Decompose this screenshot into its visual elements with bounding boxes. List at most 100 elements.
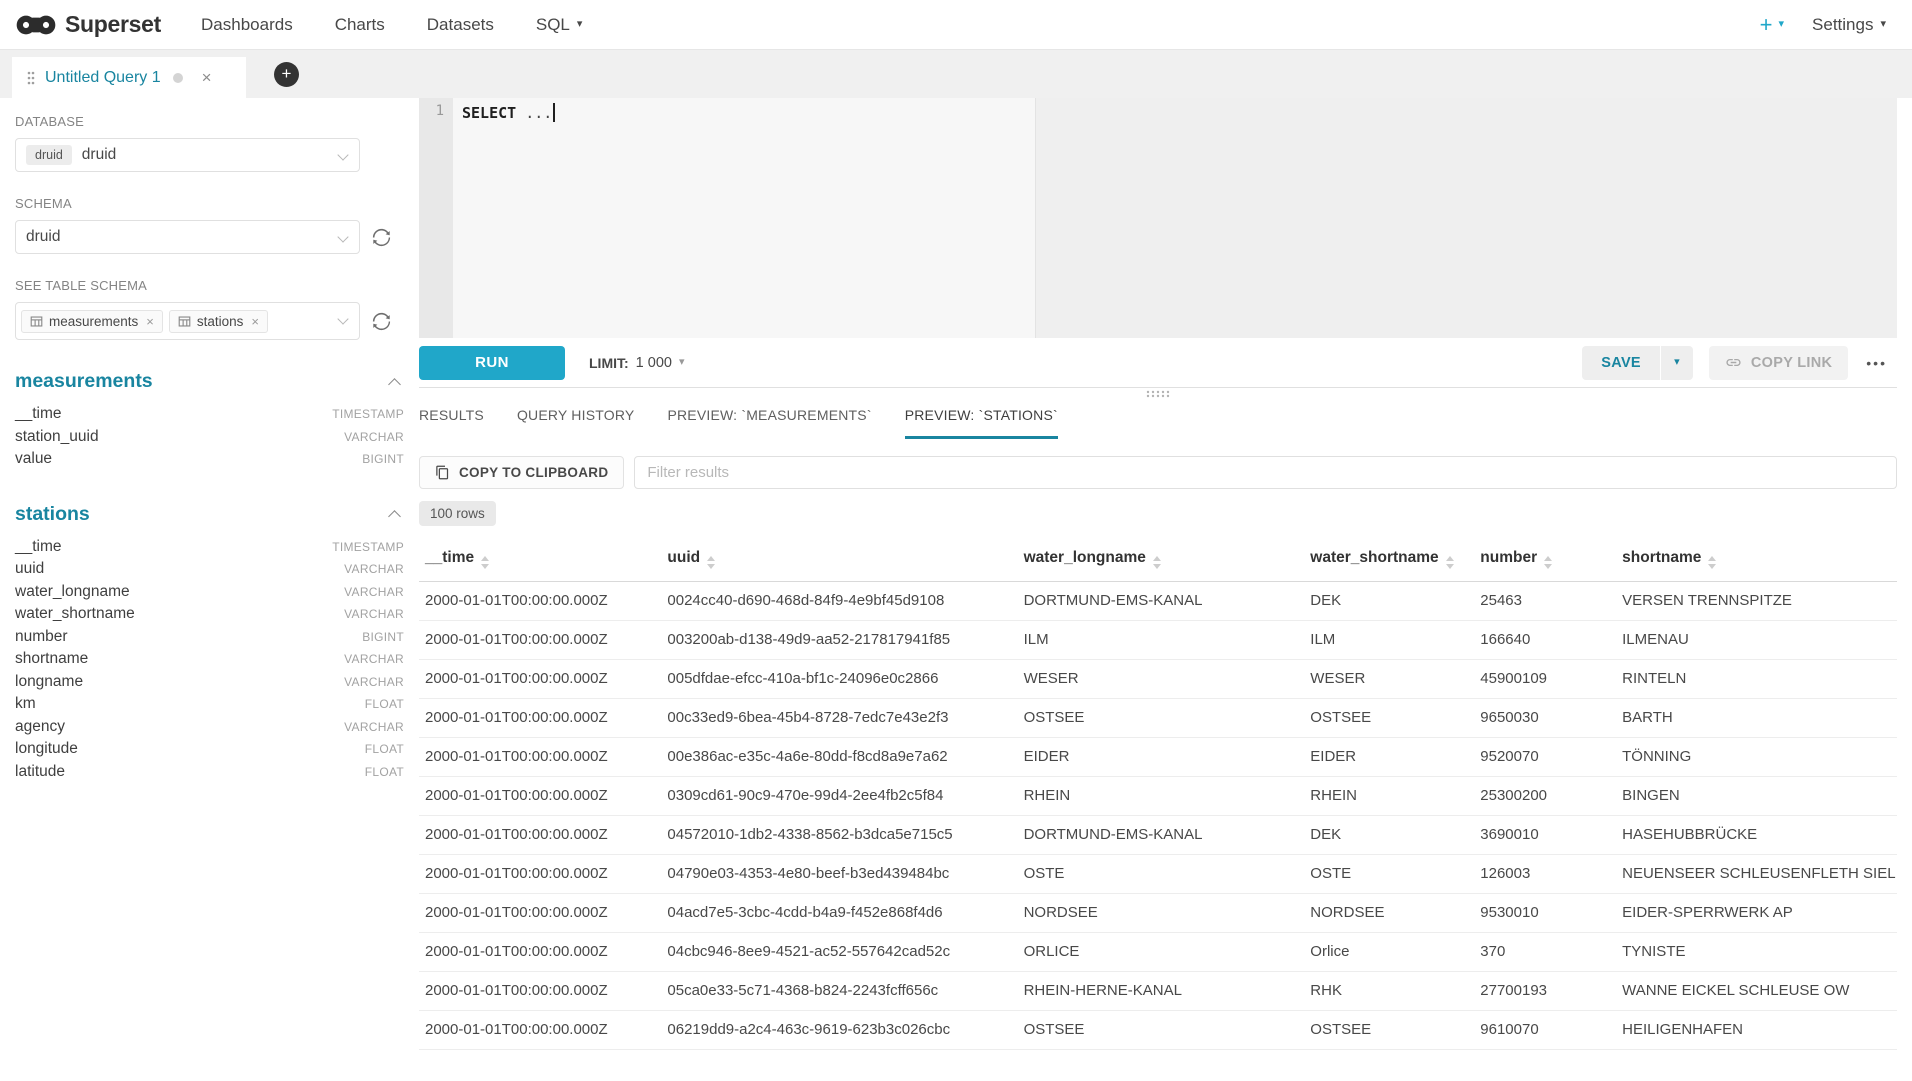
more-options-icon[interactable]: ••• xyxy=(1866,355,1887,371)
sqllab-sidebar: DATABASE druid druid SCHEMA druid SEE TA… xyxy=(0,98,419,1081)
column-row: longitude FLOAT xyxy=(15,740,404,763)
column-header-label: number xyxy=(1480,549,1537,566)
table-collapse-header[interactable]: measurements xyxy=(15,370,404,393)
results-tab[interactable]: PREVIEW: `STATIONS` xyxy=(905,407,1058,439)
cell-water-longname: ILM xyxy=(1018,620,1305,659)
column-row: shortname VARCHAR xyxy=(15,650,404,673)
query-tab[interactable]: Untitled Query 1 × xyxy=(12,57,246,98)
column-row: __time TIMESTAMP xyxy=(15,538,404,561)
table-icon xyxy=(178,315,191,328)
pane-resize-handle[interactable] xyxy=(419,387,1897,400)
nav-datasets[interactable]: Datasets xyxy=(427,15,494,35)
column-name: water_longname xyxy=(15,583,130,601)
table-collapse-header[interactable]: stations xyxy=(15,503,404,526)
copy-to-clipboard-button[interactable]: COPY TO CLIPBOARD xyxy=(419,456,624,489)
table-chip[interactable]: measurements × xyxy=(21,310,163,333)
cell-shortname: EIDER-SPERRWERK AP xyxy=(1616,893,1897,932)
column-row: value BIGINT xyxy=(15,450,404,473)
results-tab[interactable]: PREVIEW: `MEASUREMENTS` xyxy=(667,407,871,439)
column-type: VARCHAR xyxy=(344,652,404,666)
sql-keyword: SELECT xyxy=(462,104,516,122)
sort-icon[interactable] xyxy=(481,556,489,569)
column-header[interactable]: shortname xyxy=(1616,540,1897,581)
limit-dropdown[interactable]: LIMIT: 1 000 ▾ xyxy=(589,355,684,371)
cell-shortname: BINGEN xyxy=(1616,776,1897,815)
remove-table-icon[interactable]: × xyxy=(146,314,154,329)
cell-number: 166640 xyxy=(1474,620,1616,659)
editor-toolbar: RUN LIMIT: 1 000 ▾ SAVE ▾ COPY LINK ••• xyxy=(419,338,1897,387)
column-header[interactable]: water_longname xyxy=(1018,540,1305,581)
column-row: number BIGINT xyxy=(15,628,404,651)
nav-sql-menu[interactable]: SQL ▾ xyxy=(536,15,583,35)
table-row: 2000-01-01T00:00:00.000Z 04790e03-4353-4… xyxy=(419,854,1897,893)
cell-number: 9650030 xyxy=(1474,698,1616,737)
column-row: station_uuid VARCHAR xyxy=(15,428,404,451)
column-type: VARCHAR xyxy=(344,720,404,734)
schema-select[interactable]: druid xyxy=(15,220,360,254)
run-button[interactable]: RUN xyxy=(419,346,565,380)
results-tab-bar: RESULTS QUERY HISTORY PREVIEW: `MEASUREM… xyxy=(419,407,1897,439)
schema-field: SCHEMA druid xyxy=(15,196,404,254)
database-engine-badge: druid xyxy=(26,145,72,165)
drag-handle-icon[interactable] xyxy=(27,70,35,86)
refresh-tables-icon[interactable] xyxy=(371,311,392,332)
column-header[interactable]: number xyxy=(1474,540,1616,581)
table-select[interactable]: measurements × stations xyxy=(15,302,360,340)
copy-link-button[interactable]: COPY LINK xyxy=(1709,346,1848,380)
sort-icon[interactable] xyxy=(1153,556,1161,569)
settings-menu[interactable]: Settings ▾ xyxy=(1812,15,1886,35)
column-header[interactable]: __time xyxy=(419,540,661,581)
nav-charts[interactable]: Charts xyxy=(335,15,385,35)
database-select[interactable]: druid druid xyxy=(15,138,360,172)
sql-editor[interactable]: 1 SELECT ... xyxy=(419,98,1897,338)
limit-value: 1 000 xyxy=(636,355,672,371)
clipboard-icon xyxy=(435,465,450,480)
cell-uuid: 04572010-1db2-4338-8562-b3dca5e715c5 xyxy=(661,815,1017,854)
table-icon xyxy=(30,315,43,328)
table-chip[interactable]: stations × xyxy=(169,310,268,333)
chevron-up-icon[interactable] xyxy=(388,378,401,391)
results-tab[interactable]: RESULTS xyxy=(419,407,484,439)
sort-icon[interactable] xyxy=(1446,556,1454,569)
column-row: km FLOAT xyxy=(15,695,404,718)
chevron-down-icon xyxy=(337,313,348,324)
refresh-schema-icon[interactable] xyxy=(371,227,392,248)
column-row: agency VARCHAR xyxy=(15,718,404,741)
column-name: __time xyxy=(15,538,62,556)
filter-results-input[interactable] xyxy=(634,456,1897,489)
cell-water-longname: OSTE xyxy=(1018,854,1305,893)
column-type: VARCHAR xyxy=(344,585,404,599)
cell-time: 2000-01-01T00:00:00.000Z xyxy=(419,737,661,776)
remove-table-icon[interactable]: × xyxy=(251,314,259,329)
column-header[interactable]: water_shortname xyxy=(1304,540,1474,581)
save-dropdown-button[interactable]: ▾ xyxy=(1660,346,1693,380)
navbar-right: + ▾ Settings ▾ xyxy=(1760,14,1886,36)
superset-home-link[interactable]: Superset xyxy=(16,11,161,38)
sort-icon[interactable] xyxy=(1708,556,1716,569)
column-header[interactable]: uuid xyxy=(661,540,1017,581)
cell-time: 2000-01-01T00:00:00.000Z xyxy=(419,776,661,815)
sort-icon[interactable] xyxy=(1544,556,1552,569)
nav-dashboards[interactable]: Dashboards xyxy=(201,15,293,35)
line-number: 1 xyxy=(436,103,444,119)
new-item-button[interactable]: + ▾ xyxy=(1760,14,1784,36)
results-tab[interactable]: QUERY HISTORY xyxy=(517,407,635,439)
column-header-label: water_shortname xyxy=(1310,549,1438,566)
editor-code-area[interactable]: SELECT ... xyxy=(453,98,1897,338)
close-tab-icon[interactable]: × xyxy=(202,68,212,88)
cell-number: 126003 xyxy=(1474,854,1616,893)
main-nav: Dashboards Charts Datasets SQL ▾ xyxy=(201,15,582,35)
cell-water-longname: OSTSEE xyxy=(1018,1010,1305,1049)
column-row: uuid VARCHAR xyxy=(15,560,404,583)
save-button[interactable]: SAVE xyxy=(1582,346,1660,380)
cell-shortname: TÖNNING xyxy=(1616,737,1897,776)
column-type: BIGINT xyxy=(362,630,404,644)
query-tab-label: Untitled Query 1 xyxy=(45,69,161,87)
table-row: 2000-01-01T00:00:00.000Z 003200ab-d138-4… xyxy=(419,620,1897,659)
chevron-down-icon: ▾ xyxy=(1674,357,1680,368)
table-row: 2000-01-01T00:00:00.000Z 00c33ed9-6bea-4… xyxy=(419,698,1897,737)
sort-icon[interactable] xyxy=(707,556,715,569)
add-tab-button[interactable]: + xyxy=(274,62,299,87)
chevron-up-icon[interactable] xyxy=(388,510,401,523)
column-list: __time TIMESTAMP uuid VARCHAR water_long… xyxy=(15,538,404,786)
